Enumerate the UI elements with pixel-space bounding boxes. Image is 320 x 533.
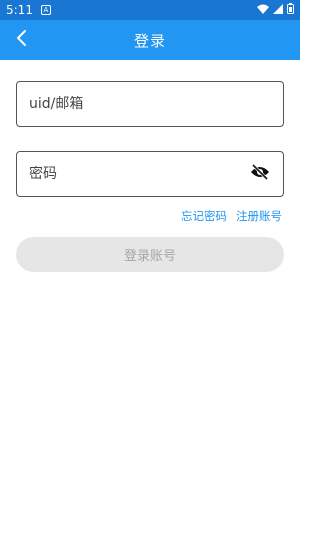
back-button[interactable]: [10, 28, 34, 52]
status-time: 5:11: [6, 3, 33, 17]
uid-email-field[interactable]: [16, 81, 284, 127]
app-bar: 登录: [0, 20, 300, 60]
status-icons: [257, 3, 294, 17]
password-input[interactable]: [29, 166, 249, 182]
forgot-password-link[interactable]: 忘记密码: [181, 208, 227, 224]
page-title: 登录: [133, 31, 166, 50]
register-link[interactable]: 注册账号: [236, 208, 282, 224]
status-bar: 5:11 A: [0, 0, 300, 20]
toggle-password-visibility-button[interactable]: [249, 163, 271, 185]
password-field[interactable]: [16, 151, 284, 197]
login-button[interactable]: 登录账号: [16, 237, 284, 272]
notification-icon: A: [40, 5, 51, 15]
eye-off-icon: [250, 163, 270, 184]
signal-icon: [273, 3, 283, 17]
battery-icon: [287, 3, 294, 17]
wifi-icon: [257, 3, 269, 17]
auth-links: 忘记密码 注册账号: [181, 208, 282, 224]
uid-email-input[interactable]: [29, 96, 271, 112]
chevron-left-icon: [15, 29, 29, 51]
